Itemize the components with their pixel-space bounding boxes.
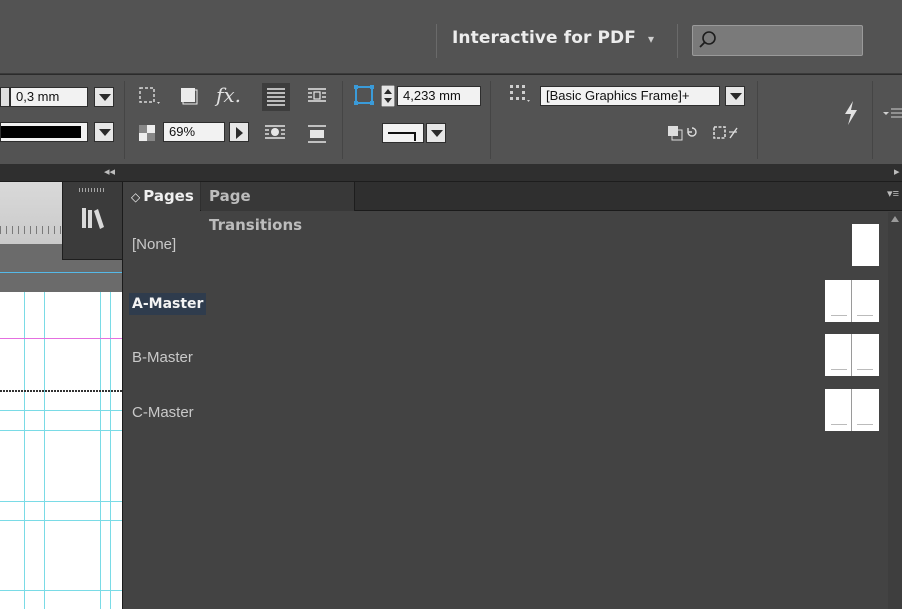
separator bbox=[757, 81, 758, 159]
stroke-weight-field[interactable]: 0,3 mm bbox=[10, 87, 88, 107]
offset-field[interactable]: 4,233 mm bbox=[397, 86, 481, 106]
search-icon bbox=[699, 31, 716, 48]
lightning-icon[interactable] bbox=[840, 99, 862, 127]
library-icon bbox=[82, 208, 104, 229]
scroll-up-arrow-icon[interactable] bbox=[891, 216, 899, 222]
master-thumbnail-b[interactable] bbox=[825, 334, 879, 376]
pages-panel: ◇ Pages Page Transitions ▾≡ [None] A-Mast… bbox=[122, 182, 902, 609]
separator bbox=[677, 24, 678, 58]
master-thumbnail-a[interactable] bbox=[825, 280, 879, 322]
shadow-box-icon[interactable] bbox=[178, 85, 200, 107]
master-item-a[interactable]: A-Master bbox=[129, 293, 207, 315]
control-panel: 0,3 mm fx. 69% 4,233 mm [Basic Graphics … bbox=[0, 75, 902, 164]
master-thumbnail-c[interactable] bbox=[825, 389, 879, 431]
opacity-icon bbox=[139, 125, 155, 141]
offset-stepper[interactable] bbox=[381, 85, 395, 107]
tab-pages-label: Pages bbox=[143, 187, 194, 205]
separator bbox=[342, 81, 343, 159]
pages-panel-menu-icon[interactable]: ▾≡ bbox=[887, 187, 899, 200]
corner-shape-dropdown[interactable] bbox=[426, 123, 446, 143]
wrap-shape-icon[interactable] bbox=[262, 121, 288, 147]
fill-swatch bbox=[1, 126, 81, 138]
search-input[interactable] bbox=[692, 25, 863, 56]
stroke-type-field[interactable] bbox=[0, 122, 88, 142]
panel-toggle-icon: ◇ bbox=[131, 190, 141, 204]
panel-scrollbar[interactable] bbox=[888, 212, 902, 609]
stroke-type-dropdown[interactable] bbox=[94, 122, 114, 142]
margin-guide bbox=[0, 338, 122, 339]
panel-tab-bar: ◇ Pages Page Transitions ▾≡ bbox=[123, 182, 902, 234]
frame-options-icon[interactable] bbox=[138, 85, 164, 107]
document-page[interactable] bbox=[0, 292, 122, 609]
master-item-none[interactable]: [None] bbox=[129, 234, 179, 256]
object-style-dropdown[interactable] bbox=[725, 86, 745, 106]
wrap-none-icon[interactable] bbox=[262, 83, 290, 111]
stroke-weight-stepper[interactable] bbox=[0, 87, 10, 107]
baseline-dotted-guide bbox=[0, 390, 122, 392]
tab-page-transitions-label: Page Transitions bbox=[209, 187, 303, 234]
panel-menu-icon[interactable] bbox=[882, 107, 902, 119]
corner-shape-field[interactable] bbox=[382, 123, 424, 143]
master-item-b[interactable]: B-Master bbox=[129, 347, 196, 369]
separator bbox=[124, 81, 125, 159]
tab-page-transitions[interactable]: Page Transitions bbox=[201, 182, 355, 234]
wrap-bounding-box-icon[interactable] bbox=[304, 84, 330, 110]
separator bbox=[490, 81, 491, 159]
object-styles-icon[interactable] bbox=[508, 83, 532, 105]
workspace-label: Interactive for PDF bbox=[452, 28, 636, 48]
object-style-field[interactable]: [Basic Graphics Frame]+ bbox=[540, 86, 720, 106]
stroke-weight-dropdown[interactable] bbox=[94, 87, 114, 107]
opacity-field[interactable]: 69% bbox=[163, 122, 225, 142]
chevron-down-icon: ▾ bbox=[647, 32, 655, 46]
application-bar: Interactive for PDF ▾ bbox=[0, 0, 902, 74]
clear-attributes-icon[interactable] bbox=[712, 123, 740, 143]
separator bbox=[872, 81, 873, 159]
expand-arrow-icon[interactable]: ▸ bbox=[894, 165, 900, 178]
workspace-switcher[interactable]: Interactive for PDF ▾ bbox=[452, 28, 654, 48]
master-thumbnail-none[interactable] bbox=[852, 224, 879, 266]
grip-handle[interactable] bbox=[79, 188, 106, 192]
panel-dock-header: ◂◂ ▸ bbox=[0, 164, 902, 182]
corner-shape-icon bbox=[388, 132, 416, 141]
master-item-c[interactable]: C-Master bbox=[129, 402, 197, 424]
clear-overrides-icon[interactable] bbox=[666, 123, 702, 143]
frame-edges-icon[interactable] bbox=[352, 83, 376, 107]
opacity-slider-button[interactable] bbox=[229, 122, 249, 142]
separator bbox=[436, 24, 437, 58]
effects-fx-icon[interactable]: fx. bbox=[216, 83, 241, 107]
collapse-arrows-icon[interactable]: ◂◂ bbox=[104, 165, 115, 178]
library-panel-button[interactable] bbox=[62, 182, 122, 260]
wrap-jump-object-icon[interactable] bbox=[304, 121, 330, 147]
tab-pages[interactable]: ◇ Pages bbox=[123, 182, 200, 211]
